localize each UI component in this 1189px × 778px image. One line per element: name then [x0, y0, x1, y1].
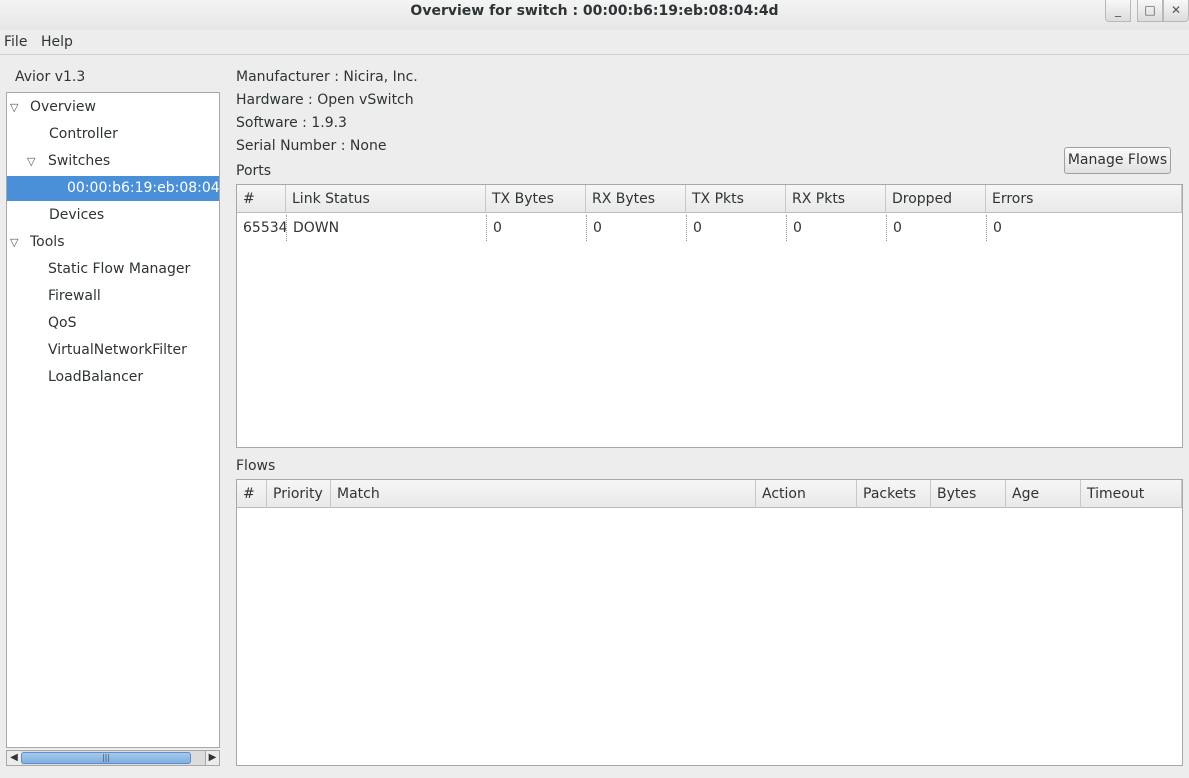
tree-item-label: Overview	[30, 99, 96, 115]
column-header[interactable]: Priority	[267, 480, 331, 508]
app-version-label: Avior v1.3	[15, 69, 86, 85]
tree-item-label: Static Flow Manager	[48, 261, 191, 277]
tree-item-qos[interactable]: QoS	[7, 311, 219, 336]
table-cell: 0	[887, 215, 987, 241]
manage-flows-button[interactable]: Manage Flows	[1064, 147, 1171, 174]
table-cell: 65534	[237, 215, 287, 241]
tree-item-static-flow-manager[interactable]: Static Flow Manager	[7, 257, 219, 282]
column-header[interactable]: Errors	[986, 185, 1182, 213]
tree-horizontal-scrollbar[interactable]: ◀ ||| ▶	[6, 750, 220, 766]
menu-bar: File Help	[0, 30, 1189, 55]
scrollbar-thumb[interactable]: |||	[21, 752, 191, 764]
close-button[interactable]: ✕	[1163, 0, 1189, 22]
column-header[interactable]: Match	[331, 480, 756, 508]
table-cell: 0	[787, 215, 887, 241]
tree-item-label: QoS	[48, 315, 77, 331]
tree-item-switch-selected[interactable]: 00:00:b6:19:eb:08:04:4d	[7, 176, 219, 201]
tree-item-load-balancer[interactable]: LoadBalancer	[7, 365, 219, 390]
column-header[interactable]: TX Bytes	[486, 185, 586, 213]
tree-item-tools[interactable]: ▽ Tools	[7, 230, 219, 255]
ports-label: Ports	[236, 163, 272, 179]
expander-down-icon[interactable]: ▽	[10, 230, 18, 255]
column-header[interactable]: TX Pkts	[686, 185, 786, 213]
expander-down-icon[interactable]: ▽	[10, 95, 18, 120]
table-cell: 0	[687, 215, 787, 241]
tree-item-firewall[interactable]: Firewall	[7, 284, 219, 309]
flows-table-header: # Priority Match Action Packets Bytes Ag…	[237, 480, 1182, 508]
ports-table-header: # Link Status TX Bytes RX Bytes TX Pkts …	[237, 185, 1182, 213]
tree-item-devices[interactable]: Devices	[7, 203, 219, 228]
tree-item-virtual-network-filter[interactable]: VirtualNetworkFilter	[7, 338, 219, 363]
table-cell: 0	[993, 220, 1002, 236]
tree-item-label: Devices	[49, 207, 105, 223]
column-header[interactable]: RX Pkts	[786, 185, 886, 213]
table-cell: DOWN	[287, 215, 487, 241]
navigation-tree: ▽ Overview Controller ▽ Switches 00:00:b…	[6, 92, 220, 748]
column-header[interactable]: #	[237, 480, 267, 508]
tree-item-label: Tools	[30, 234, 65, 250]
tree-item-label: VirtualNetworkFilter	[48, 342, 187, 358]
minimize-button[interactable]: _	[1105, 0, 1131, 22]
window-title: Overview for switch : 00:00:b6:19:eb:08:…	[410, 3, 779, 19]
column-header[interactable]: Action	[756, 480, 857, 508]
tree-item-overview[interactable]: ▽ Overview	[7, 95, 219, 120]
manufacturer-info: Manufacturer : Nicira, Inc.	[236, 69, 418, 85]
tree-item-label: Firewall	[48, 288, 101, 304]
hardware-info: Hardware : Open vSwitch	[236, 92, 414, 108]
flows-table: # Priority Match Action Packets Bytes Ag…	[236, 479, 1183, 766]
column-header[interactable]: RX Bytes	[586, 185, 686, 213]
scroll-right-arrow-icon[interactable]: ▶	[205, 751, 219, 765]
ports-table: # Link Status TX Bytes RX Bytes TX Pkts …	[236, 184, 1183, 448]
software-info: Software : 1.9.3	[236, 115, 347, 131]
column-header[interactable]: Dropped	[886, 185, 986, 213]
menu-file[interactable]: File	[4, 34, 27, 50]
serial-number-info: Serial Number : None	[236, 138, 387, 154]
expander-down-icon[interactable]: ▽	[27, 149, 35, 174]
table-cell: 0	[587, 215, 687, 241]
tree-item-label: 00:00:b6:19:eb:08:04:4d	[67, 180, 219, 196]
column-header[interactable]: Age	[1006, 480, 1081, 508]
tree-item-label: Controller	[49, 126, 118, 142]
table-cell: 0	[487, 215, 587, 241]
tree-item-switches[interactable]: ▽ Switches	[7, 149, 219, 174]
flows-label: Flows	[236, 458, 276, 474]
maximize-button[interactable]: □	[1137, 0, 1163, 22]
tree-item-controller[interactable]: Controller	[7, 122, 219, 147]
column-header[interactable]: Bytes	[931, 480, 1006, 508]
menu-help[interactable]: Help	[41, 34, 73, 50]
column-header[interactable]: Timeout	[1081, 480, 1182, 508]
column-header[interactable]: #	[237, 185, 286, 213]
window-titlebar: Overview for switch : 00:00:b6:19:eb:08:…	[0, 0, 1189, 30]
column-header[interactable]: Packets	[857, 480, 931, 508]
tree-item-label: Switches	[48, 153, 111, 169]
tree-item-label: LoadBalancer	[48, 369, 144, 385]
scroll-left-arrow-icon[interactable]: ◀	[7, 751, 21, 765]
column-header[interactable]: Link Status	[286, 185, 486, 213]
